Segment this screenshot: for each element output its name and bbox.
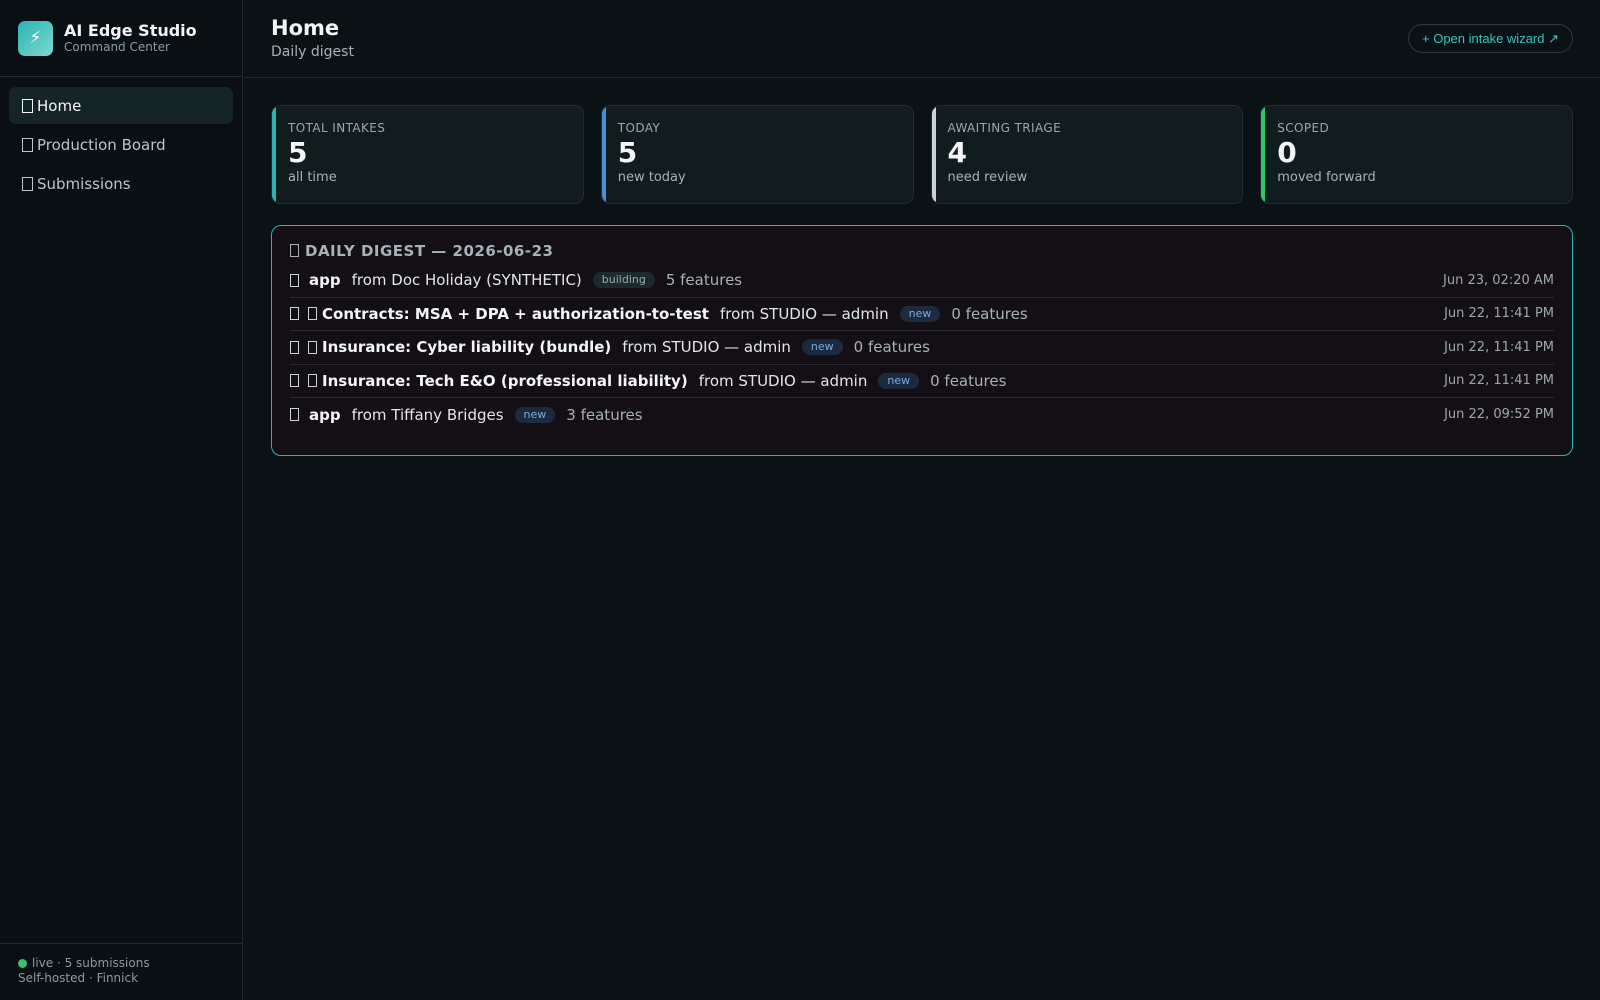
sidebar-item-production-board[interactable]: Production Board	[9, 126, 233, 163]
stat-sub: new today	[617, 170, 686, 185]
sidebar-item-label: Home	[37, 96, 82, 115]
sidebar-item-label: Submissions	[37, 174, 131, 193]
digest-row-time: Jun 22, 11:41 PM	[1444, 339, 1554, 355]
stat-label: TOTAL INTAKES	[288, 121, 386, 135]
stats-row: TOTAL INTAKES 5 all time TODAY 5 new tod…	[271, 105, 1573, 204]
sidebar-item-home[interactable]: Home	[9, 87, 233, 124]
home-icon	[22, 98, 33, 113]
stat-accent-bar	[601, 106, 606, 203]
digest-icon	[290, 244, 299, 257]
status-badge: new	[514, 406, 556, 423]
stat-card-scoped: SCOPED 0 moved forward	[1260, 105, 1573, 204]
live-status: live · 5 submissions	[18, 956, 225, 971]
brand-title: AI Edge Studio	[64, 21, 197, 40]
live-status-text: live · 5 submissions	[32, 956, 150, 970]
stat-sub: need review	[947, 170, 1028, 185]
stat-sub: all time	[288, 170, 337, 185]
page-subtitle: Daily digest	[271, 44, 354, 60]
digest-row-features: 5 features	[665, 271, 743, 290]
digest-row-title: app	[309, 271, 341, 290]
shield-icon	[308, 374, 317, 388]
digest-row-title: Insurance: Cyber liability (bundle)	[322, 338, 612, 357]
digest-row-from: from STUDIO — admin	[719, 304, 889, 323]
stat-accent-bar	[931, 106, 936, 203]
document-icon	[308, 307, 317, 321]
digest-row[interactable]: Insurance: Tech E&O (professional liabil…	[290, 365, 1554, 398]
status-badge: new	[878, 372, 920, 389]
digest-row-from: from STUDIO — admin	[622, 338, 791, 357]
stat-label: AWAITING TRIAGE	[947, 121, 1062, 135]
stat-value: 5	[617, 136, 638, 169]
item-icon	[290, 273, 299, 287]
digest-row-time: Jun 22, 09:52 PM	[1444, 407, 1554, 423]
sidebar: ⚡ AI Edge Studio Command Center Home Pro…	[0, 0, 243, 1000]
stat-card-today: TODAY 5 new today	[600, 105, 914, 204]
stat-card-awaiting-triage: AWAITING TRIAGE 4 need review	[930, 105, 1244, 204]
sidebar-item-submissions[interactable]: Submissions	[9, 165, 233, 202]
item-icon	[290, 374, 299, 388]
stat-value: 5	[288, 136, 308, 169]
digest-row-time: Jun 22, 11:41 PM	[1444, 373, 1554, 389]
digest-row-features: 0 features	[930, 371, 1007, 390]
digest-row-features: 3 features	[566, 405, 643, 424]
sidebar-footer: live · 5 submissions Self-hosted · Finni…	[0, 943, 243, 1000]
stat-accent-bar	[1261, 106, 1266, 203]
stat-label: TODAY	[617, 121, 661, 135]
digest-row-time: Jun 23, 02:20 AM	[1443, 272, 1554, 288]
open-intake-wizard-button[interactable]: + Open intake wizard ↗	[1408, 24, 1573, 53]
board-icon	[22, 137, 33, 152]
lightning-logo-icon: ⚡	[18, 20, 53, 56]
item-icon	[290, 408, 299, 422]
stat-value: 4	[947, 136, 967, 169]
digest-row-from: from STUDIO — admin	[698, 371, 868, 390]
status-badge: new	[801, 339, 843, 356]
digest-row-title: Insurance: Tech E&O (professional liabil…	[322, 371, 688, 390]
brand[interactable]: ⚡ AI Edge Studio Command Center	[0, 0, 242, 77]
digest-row[interactable]: Contracts: MSA + DPA + authorization-to-…	[290, 298, 1554, 331]
digest-row-title: app	[309, 405, 341, 424]
stat-accent-bar	[272, 106, 276, 203]
sidebar-item-label: Production Board	[37, 135, 166, 154]
brand-text: AI Edge Studio Command Center	[64, 21, 197, 55]
stat-label: SCOPED	[1277, 121, 1330, 135]
digest-title: DAILY DIGEST — 2026-06-23	[290, 240, 1554, 262]
status-badge: building	[592, 272, 655, 289]
submissions-icon	[22, 176, 33, 191]
digest-row-features: 0 features	[951, 304, 1028, 323]
daily-digest-panel: DAILY DIGEST — 2026-06-23 app from Doc H…	[271, 225, 1573, 456]
status-badge: new	[899, 305, 941, 322]
digest-row[interactable]: app from Tiffany Bridges new 3 features …	[290, 398, 1554, 432]
item-icon	[290, 307, 299, 321]
digest-row-title: Contracts: MSA + DPA + authorization-to-…	[322, 304, 709, 323]
sidebar-nav: Home Production Board Submissions	[0, 77, 242, 214]
page-title: Home	[271, 16, 340, 40]
digest-row-from: from Doc Holiday (SYNTHETIC)	[351, 271, 582, 290]
digest-row-from: from Tiffany Bridges	[351, 405, 504, 424]
brand-subtitle: Command Center	[64, 40, 170, 54]
stat-sub: moved forward	[1277, 170, 1376, 185]
digest-row[interactable]: Insurance: Cyber liability (bundle) from…	[290, 331, 1554, 365]
host-info: Self-hosted · Finnick	[18, 971, 139, 985]
stat-value: 0	[1277, 136, 1297, 169]
shield-icon	[308, 340, 317, 354]
live-dot-icon	[18, 959, 27, 968]
page-header: Home Daily digest + Open intake wizard ↗	[244, 0, 1600, 78]
digest-row-features: 0 features	[853, 338, 930, 357]
item-icon	[290, 340, 299, 354]
digest-title-text: DAILY DIGEST — 2026-06-23	[305, 242, 554, 260]
digest-row[interactable]: app from Doc Holiday (SYNTHETIC) buildin…	[290, 264, 1554, 298]
digest-row-time: Jun 22, 11:41 PM	[1444, 306, 1554, 322]
main-content: Home Daily digest + Open intake wizard ↗…	[244, 0, 1600, 1000]
stat-card-total-intakes: TOTAL INTAKES 5 all time	[271, 105, 584, 204]
